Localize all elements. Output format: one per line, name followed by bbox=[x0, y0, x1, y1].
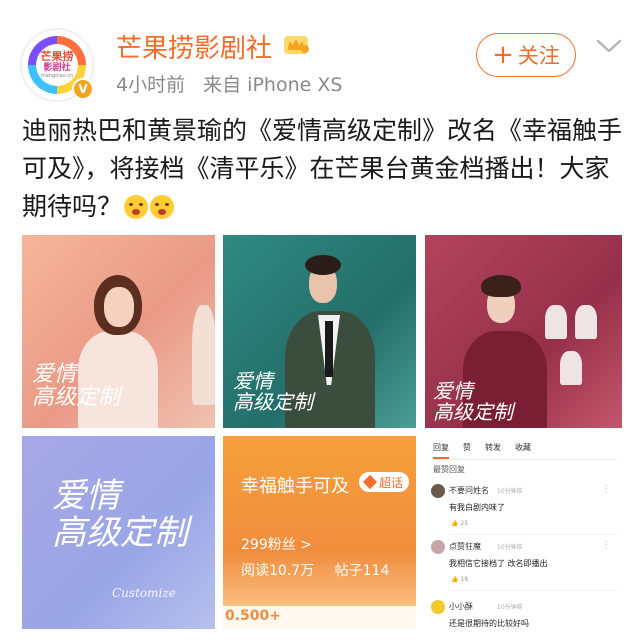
super-topic-label: 超话 bbox=[378, 475, 403, 490]
comment-item: 不要问姓名 10分钟前 ⋮ 有我白剧内味了 👍 25 bbox=[431, 484, 617, 538]
face-emoji-icon bbox=[124, 195, 149, 219]
comment-time: 10分钟前 bbox=[497, 488, 523, 495]
poster-image-4[interactable]: 爱情 高级定制 Customize bbox=[22, 436, 215, 629]
post-meta: 4小时前 来自 iPhone XS bbox=[116, 70, 354, 97]
verified-badge-icon: V bbox=[72, 78, 94, 100]
poster-title: 爱情 高级定制 bbox=[233, 369, 313, 414]
plus-icon: + bbox=[492, 40, 514, 70]
fans-count: 299粉丝 > bbox=[241, 537, 312, 553]
comment-time: 10分钟前 bbox=[497, 604, 523, 611]
topic-stats: 阅读10.7万 帖子114 bbox=[241, 560, 405, 580]
avatar bbox=[431, 540, 445, 554]
crown-icon bbox=[284, 36, 309, 54]
figure-hair bbox=[481, 275, 521, 297]
poster-image-3[interactable]: 爱情 高级定制 bbox=[425, 235, 622, 428]
post-count: 帖子114 bbox=[334, 563, 390, 579]
poster-image-2[interactable]: 爱情 高级定制 bbox=[223, 235, 416, 428]
chevron-down-icon[interactable] bbox=[596, 38, 622, 54]
comment-like-count: 18 bbox=[460, 576, 469, 583]
avatar-logo-line1: 芒果捞 bbox=[40, 50, 74, 63]
avatar bbox=[431, 600, 445, 614]
post-text: 迪丽热巴和黄景瑜的《爱情高级定制》改名《幸福触手可及》，将接档《清平乐》在芒果台… bbox=[22, 112, 622, 226]
comment-tabs: 回复 赞 转发 收藏 bbox=[433, 442, 618, 460]
username[interactable]: 芒果捞影剧社 bbox=[116, 28, 272, 65]
weibo-topic-card[interactable]: 幸福触手可及 超话 299粉丝 > 阅读10.7万 帖子114 0.500+ bbox=[223, 436, 416, 629]
tab-like: 赞 bbox=[463, 443, 471, 452]
more-icon: ⋮ bbox=[601, 484, 611, 495]
figure-face bbox=[104, 287, 134, 327]
tab-reply: 回复 bbox=[433, 442, 449, 459]
poster-title: 爱情 高级定制 bbox=[52, 476, 188, 554]
jewelry-display bbox=[575, 305, 597, 339]
super-topic-badge: 超话 bbox=[359, 472, 409, 492]
comments-screenshot[interactable]: 回复 赞 转发 收藏 最赞回复 不要问姓名 10分钟前 ⋮ 有我白剧内味了 👍 … bbox=[425, 436, 622, 629]
comment-like-count: 25 bbox=[460, 520, 469, 527]
divider bbox=[449, 534, 617, 535]
comment-time: 10分钟前 bbox=[497, 544, 523, 551]
poster-image-1[interactable]: 爱情 高级定制 bbox=[22, 235, 215, 428]
tab-favorite: 收藏 bbox=[515, 443, 531, 452]
comment-item: 点赞狂魔 10分钟前 ⋮ 我相信它接档了 改名即播出 👍 18 bbox=[431, 540, 617, 594]
avatar-logo-line3: mangolao.cn bbox=[40, 73, 74, 79]
top-replies-heading: 最赞回复 bbox=[433, 465, 465, 474]
image-grid: 爱情 高级定制 爱情 高级定制 爱情 高级定制 爱情 高级定制 Customiz… bbox=[22, 235, 622, 641]
divider bbox=[449, 590, 617, 591]
jewelry-display bbox=[560, 351, 582, 385]
avatar-logo: 芒果捞 影剧社 mangolao.cn bbox=[36, 44, 78, 86]
avatar bbox=[431, 484, 445, 498]
follow-button-label: 关注 bbox=[517, 44, 560, 68]
post-body: 迪丽热巴和黄景瑜的《爱情高级定制》改名《幸福触手可及》，将接档《清平乐》在芒果台… bbox=[22, 116, 623, 221]
card-bottom-text: 0.500+ bbox=[225, 608, 282, 624]
comment-item: 小小酥 10分钟前 还是很期待的比较好吗 bbox=[431, 600, 617, 629]
tab-repost: 转发 bbox=[485, 443, 501, 452]
more-icon: ⋮ bbox=[601, 540, 611, 551]
figure-tie bbox=[325, 321, 333, 377]
post-source: 来自 iPhone XS bbox=[203, 74, 343, 96]
comment-author: 点赞狂魔 bbox=[449, 542, 481, 551]
post-time: 4小时前 bbox=[116, 74, 186, 96]
poster-signature: Customize bbox=[112, 586, 176, 600]
read-count: 阅读10.7万 bbox=[241, 563, 315, 579]
comment-text: 我相信它接档了 改名即播出 bbox=[449, 559, 548, 568]
comment-text: 有我白剧内味了 bbox=[449, 503, 505, 512]
comment-author: 小小酥 bbox=[449, 602, 473, 611]
poster-title: 爱情 高级定制 bbox=[433, 379, 513, 424]
poster-title: 爱情 高级定制 bbox=[32, 362, 121, 411]
comment-author: 不要问姓名 bbox=[449, 486, 489, 495]
follow-button[interactable]: + 关注 bbox=[476, 33, 576, 77]
comment-likes: 👍 18 bbox=[451, 576, 469, 583]
face-emoji-icon bbox=[150, 195, 175, 219]
gem-icon bbox=[362, 474, 378, 490]
mannequin bbox=[192, 305, 215, 405]
post-header: 芒果捞 影剧社 mangolao.cn V 芒果捞影剧社 4小时前 来自 iPh… bbox=[0, 0, 640, 110]
comment-text: 还是很期待的比较好吗 bbox=[449, 619, 529, 628]
comment-likes: 👍 25 bbox=[451, 520, 469, 527]
figure-hair bbox=[305, 255, 341, 275]
jewelry-display bbox=[545, 305, 567, 339]
avatar-logo-line2: 影剧社 bbox=[43, 63, 71, 73]
topic-title: 幸福触手可及 bbox=[241, 476, 349, 497]
